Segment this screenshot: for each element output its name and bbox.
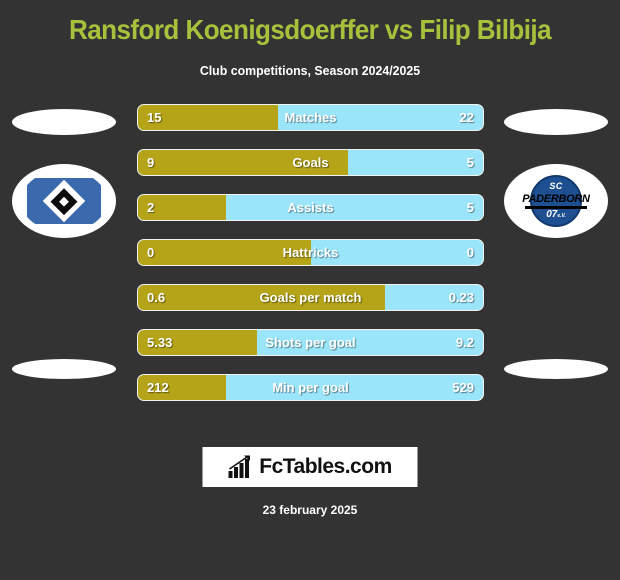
- stat-away-value: 0: [466, 245, 474, 260]
- crest-diamond-inner: [50, 187, 78, 215]
- stat-label: Goals: [292, 155, 329, 170]
- stat-bar-list: 15 Matches 22 9 Goals 5 2 Assists 5 0 Hattricks 0 0.…: [137, 104, 484, 419]
- decorative-oval-bottom-left: [12, 359, 116, 379]
- stat-bar-row: 9 Goals 5: [137, 149, 484, 176]
- decorative-oval-top-right: [504, 109, 608, 135]
- stat-label: Goals per match: [259, 290, 362, 305]
- stat-bar-row: 0.6 Goals per match 0.23: [137, 284, 484, 311]
- stat-away-value: 5: [466, 155, 474, 170]
- stat-label: Matches: [284, 110, 337, 125]
- stat-away-value: 22: [459, 110, 474, 125]
- stat-label: Hattricks: [282, 245, 339, 260]
- stat-label: Shots per goal: [265, 335, 356, 350]
- stat-away-value: 9.2: [455, 335, 474, 350]
- stat-bar-row: 0 Hattricks 0: [137, 239, 484, 266]
- stat-away-value: 0.23: [448, 290, 474, 305]
- stat-away-value: 529: [452, 380, 474, 395]
- stat-bar-row: 2 Assists 5: [137, 194, 484, 221]
- bar-chart-trend-icon: [228, 455, 250, 478]
- stat-away-value: 5: [466, 200, 474, 215]
- home-team-crest: [12, 164, 116, 238]
- crest-year-value: 07: [546, 209, 558, 220]
- comparison-board: SC PADERBORN 07e.V. 15 Matches 22 9 Goals 5 2 A…: [0, 104, 620, 414]
- sc-paderborn-07-crest: SC PADERBORN 07e.V.: [513, 170, 599, 232]
- fctables-logo-text: FcTables.com: [259, 455, 392, 478]
- stat-bar-row: 15 Matches 22: [137, 104, 484, 131]
- stat-label: Min per goal: [272, 380, 349, 395]
- report-date: 23 february 2025: [262, 503, 358, 517]
- stat-bar-row: 5.33 Shots per goal 9.2: [137, 329, 484, 356]
- stat-bar-row: 212 Min per goal 529: [137, 374, 484, 401]
- hamburger-sv-crest: [21, 170, 107, 232]
- crest-text-year: 07e.V.: [513, 209, 599, 220]
- decorative-oval-top-left: [12, 109, 116, 135]
- crest-diamond-core: [59, 196, 69, 206]
- page-subtitle: Club competitions, Season 2024/2025: [199, 63, 421, 78]
- away-team-crest: SC PADERBORN 07e.V.: [504, 164, 608, 238]
- stat-label: Assists: [287, 200, 334, 215]
- page-title: Ransford Koenigsdoerffer vs Filip Bilbij…: [68, 14, 552, 45]
- crest-text-paderborn: PADERBORN: [522, 193, 590, 205]
- fctables-logo[interactable]: FcTables.com: [202, 447, 418, 487]
- decorative-oval-bottom-right: [504, 359, 608, 379]
- crest-year-suffix: e.V.: [557, 213, 566, 219]
- crest-text-sc: SC: [549, 181, 563, 191]
